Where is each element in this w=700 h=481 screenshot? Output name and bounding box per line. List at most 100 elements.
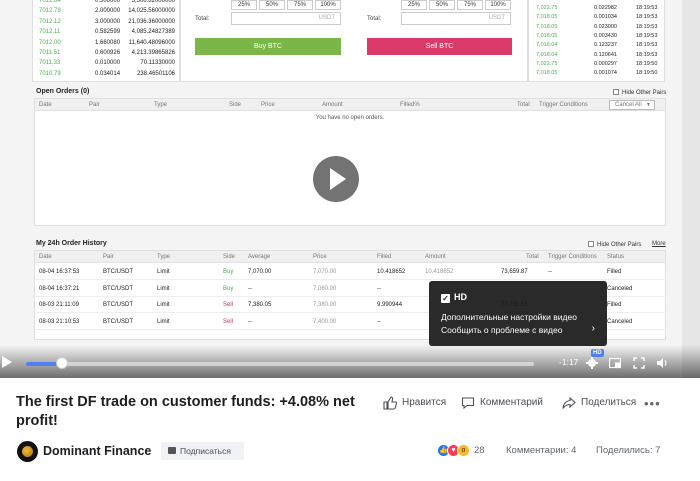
order-date: 08-04 16:37:21 bbox=[39, 285, 80, 292]
order-average: 7,380.05 bbox=[248, 302, 272, 308]
order-filled: 9.990944 bbox=[377, 302, 403, 308]
col-amount: Amount bbox=[425, 254, 446, 260]
trade-price: 7,018.05 bbox=[536, 32, 558, 39]
col-total: Total bbox=[517, 102, 530, 108]
order-side: Buy bbox=[223, 285, 234, 292]
orderbook-price: 7010.79 bbox=[39, 70, 61, 77]
video-edge bbox=[682, 0, 700, 378]
wow-reaction-icon: o bbox=[457, 444, 470, 457]
col-price: Price bbox=[261, 102, 275, 108]
play-icon[interactable] bbox=[313, 156, 359, 202]
checkbox-icon bbox=[588, 241, 594, 247]
trade-time: 18:19:53 bbox=[636, 23, 658, 30]
orderbook-total: 238.46501106 bbox=[137, 70, 175, 77]
trade-price: 7,018.05 bbox=[536, 14, 558, 21]
order-filled: 10.418652 bbox=[377, 269, 406, 275]
post-title: The first DF trade on customer funds: +4… bbox=[16, 394, 355, 429]
trade-amount: 0.003430 bbox=[594, 32, 617, 39]
col-type: Type bbox=[157, 254, 171, 260]
market-trades: 7,022.75 0.022982 18:19:53 7,018.05 0.001034… bbox=[528, 0, 665, 82]
order-status: Canceled bbox=[607, 285, 633, 292]
video-player[interactable]: 7012.84 0.500000 3,506.82000000 7012.78 2.00… bbox=[0, 0, 700, 378]
picture-in-picture-icon[interactable] bbox=[609, 357, 621, 369]
buy-total-field[interactable]: USDT bbox=[231, 12, 341, 25]
order-date: 08-04 16:37:53 bbox=[39, 269, 80, 275]
order-date: 08-03 21:10:53 bbox=[39, 318, 80, 325]
subscribe-button[interactable]: Подписаться bbox=[161, 442, 244, 460]
buy-pct-75[interactable]: 75% bbox=[287, 0, 313, 10]
share-icon bbox=[562, 396, 576, 409]
order-amount: 10.418652 bbox=[425, 269, 454, 275]
trade-time: 18:19:53 bbox=[636, 42, 658, 49]
order-history-hide-other-pairs[interactable]: Hide Other Pairs bbox=[588, 241, 641, 248]
trade-time: 18:19:53 bbox=[636, 5, 658, 11]
page-avatar[interactable] bbox=[17, 441, 38, 462]
order-date: 08-03 21:11:09 bbox=[39, 302, 79, 308]
sell-total-label: Total: bbox=[367, 16, 382, 22]
sell-pct-50[interactable]: 50% bbox=[429, 0, 455, 10]
reaction-count[interactable]: 28 bbox=[474, 445, 485, 456]
more-options-icon[interactable]: ••• bbox=[644, 396, 661, 411]
sell-pct-75[interactable]: 75% bbox=[457, 0, 483, 10]
order-history-row[interactable]: 08-04 16:37:53 BTC/USDT Limit Buy 7,070.00 7,… bbox=[35, 264, 667, 280]
page-name-link[interactable]: Dominant Finance bbox=[43, 444, 151, 458]
video-settings-menu: ✓ HD Дополнительные настройки видео Сообщ… bbox=[429, 281, 607, 346]
buy-pct-25[interactable]: 25% bbox=[231, 0, 257, 10]
col-type: Type bbox=[154, 102, 168, 108]
col-date: Date bbox=[39, 102, 52, 108]
order-history-header: Date Pair Type Side Average Price Filled… bbox=[35, 251, 665, 263]
trade-price: 7,018.04 bbox=[536, 51, 558, 58]
sell-btc-button[interactable]: Sell BTC bbox=[367, 38, 512, 55]
order-price: 7,070.00 bbox=[313, 269, 337, 275]
buy-pct-100[interactable]: 100% bbox=[315, 0, 341, 10]
order-status: Filled bbox=[607, 269, 622, 275]
more-link[interactable]: More bbox=[652, 241, 666, 247]
trade-amount: 0.000297 bbox=[594, 60, 617, 67]
sell-pct-100[interactable]: 100% bbox=[485, 0, 511, 10]
volume-icon[interactable] bbox=[656, 357, 668, 369]
col-trigger: Trigger Conditions bbox=[539, 102, 588, 108]
order-type: Limit bbox=[157, 302, 170, 308]
order-filled: -- bbox=[377, 318, 381, 325]
trade-amount: 0.001034 bbox=[594, 14, 617, 21]
hd-badge: HD bbox=[591, 349, 604, 357]
buy-pct-50[interactable]: 50% bbox=[259, 0, 285, 10]
col-trigger: Trigger Conditions bbox=[548, 254, 597, 260]
open-orders-header: Date Pair Type Side Price Amount Filled%… bbox=[35, 99, 665, 111]
col-filled: Filled bbox=[377, 254, 392, 260]
comments-count[interactable]: Комментарии: 4 bbox=[506, 445, 576, 456]
orderbook-row[interactable]: 7010.79 0.034014 238.46501106 bbox=[33, 68, 181, 80]
order-pair: BTC/USDT bbox=[103, 269, 133, 275]
trade-amount: 0.023000 bbox=[594, 23, 617, 30]
market-trade-row: 7,022.75 0.022982 18:19:53 bbox=[529, 4, 666, 12]
sell-pct-25[interactable]: 25% bbox=[401, 0, 427, 10]
hd-toggle[interactable]: ✓ HD bbox=[441, 292, 467, 303]
market-trade-row: 7,018.04 0.120641 18:19:53 bbox=[529, 51, 666, 59]
sell-total-field[interactable]: USDT bbox=[401, 12, 511, 25]
buy-btc-button[interactable]: Buy BTC bbox=[195, 38, 341, 55]
col-pair: Pair bbox=[103, 254, 114, 260]
video-controls: -1:17 HD bbox=[0, 345, 700, 378]
comment-icon bbox=[461, 397, 475, 410]
trade-amount: 0.022982 bbox=[594, 5, 617, 11]
play-button-icon[interactable] bbox=[2, 356, 12, 368]
col-amount: Amount bbox=[322, 102, 343, 108]
report-video-problem[interactable]: Сообщить о проблеме с видео bbox=[441, 325, 562, 335]
progress-handle[interactable] bbox=[55, 357, 68, 369]
shares-count[interactable]: Поделились: 7 bbox=[596, 445, 660, 456]
progress-bar[interactable] bbox=[26, 362, 534, 366]
subscribe-icon bbox=[168, 447, 176, 454]
market-trade-row: 7,018.04 0.123237 18:19:53 bbox=[529, 41, 666, 49]
gear-icon[interactable] bbox=[586, 357, 598, 369]
reaction-icons[interactable]: 👍 ♥ o bbox=[437, 444, 473, 457]
fullscreen-icon[interactable] bbox=[633, 357, 645, 369]
trade-price: 7,018.04 bbox=[536, 42, 558, 49]
order-average: 7,070.00 bbox=[248, 269, 272, 275]
cancel-all-dropdown[interactable]: Cancel All ▼ bbox=[609, 100, 655, 110]
market-trade-row: 7,018.05 0.001034 18:19:53 bbox=[529, 13, 666, 21]
trade-form: 25% 50% 75% 100% 25% 50% 75% 100% Total:… bbox=[180, 0, 528, 82]
order-status: Filled bbox=[607, 302, 622, 308]
col-filled: Filled% bbox=[400, 102, 420, 108]
open-orders-hide-other-pairs[interactable]: Hide Other Pairs bbox=[613, 89, 666, 96]
advanced-video-settings[interactable]: Дополнительные настройки видео bbox=[441, 312, 577, 322]
